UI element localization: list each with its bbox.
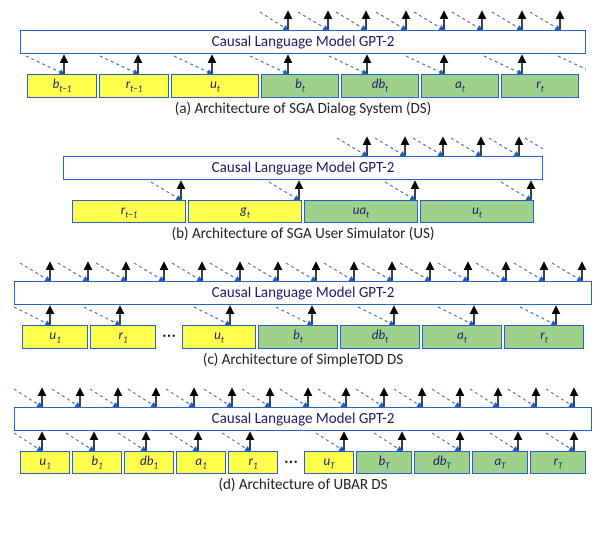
top-arrows (14, 387, 596, 407)
token-r1: r1 (228, 451, 278, 475)
token-ut: ut (182, 325, 256, 349)
bottom-arrows (20, 54, 596, 74)
token-bt: bt (258, 325, 338, 349)
panel-b: Causal Language Model GPT-2 rt−1gtuatut(b… (10, 136, 596, 244)
top-arrows (63, 136, 596, 156)
bottom-arrows (14, 431, 596, 451)
caption-d: (d) Architecture of UBAR DS (10, 476, 596, 494)
ellipsis: ⋯ (280, 451, 302, 475)
top-arrows (20, 10, 596, 30)
caption-c: (c) Architecture of SimpleTOD DS (10, 351, 596, 369)
token-a1: a1 (176, 451, 226, 475)
token-gt: gt (188, 200, 302, 224)
token-row: u1b1db1a1r1⋯uTbTdbTaTrT (14, 451, 592, 475)
token-rt−1: rt−1 (99, 74, 169, 98)
panel-a: Causal Language Model GPT-2 bt−1rt−1utbtd… (10, 10, 596, 118)
token-dbt: dbt (340, 325, 420, 349)
token-bT: bT (356, 451, 412, 475)
token-u1: u1 (20, 451, 70, 475)
top-arrows (14, 261, 596, 281)
token-rt: rt (501, 74, 579, 98)
model-box: Causal Language Model GPT-2 (14, 281, 592, 305)
token-u1: u1 (22, 325, 88, 349)
token-at: at (422, 325, 502, 349)
token-ut: ut (171, 74, 259, 98)
token-uat: uat (304, 200, 418, 224)
ellipsis: ⋯ (158, 325, 180, 349)
token-rt−1: rt−1 (72, 200, 186, 224)
bottom-arrows (14, 305, 596, 325)
token-ut: ut (420, 200, 534, 224)
token-dbt: dbt (341, 74, 419, 98)
token-bt: bt (261, 74, 339, 98)
caption-b: (b) Architecture of SGA User Simulator (… (10, 225, 596, 243)
model-box: Causal Language Model GPT-2 (14, 407, 592, 431)
token-bt−1: bt−1 (27, 74, 97, 98)
caption-a: (a) Architecture of SGA Dialog System (D… (10, 100, 596, 118)
token-at: at (421, 74, 499, 98)
token-rt: rt (504, 325, 584, 349)
panel-d: Causal Language Model GPT-2 u1b1db1a1r1⋯u… (10, 387, 596, 495)
token-row: rt−1gtuatut (71, 200, 535, 224)
token-dbT: dbT (414, 451, 470, 475)
panel-c: Causal Language Model GPT-2 u1r1⋯utbtdbta… (10, 261, 596, 369)
token-r1: r1 (90, 325, 156, 349)
token-b1: b1 (72, 451, 122, 475)
model-box: Causal Language Model GPT-2 (63, 156, 543, 180)
token-rT: rT (530, 451, 586, 475)
token-row: u1r1⋯utbtdbtatrt (14, 325, 592, 349)
model-box: Causal Language Model GPT-2 (20, 30, 586, 54)
token-uT: uT (304, 451, 354, 475)
token-db1: db1 (124, 451, 174, 475)
bottom-arrows (63, 180, 596, 200)
token-row: bt−1rt−1utbtdbtatrt (25, 74, 581, 98)
token-aT: aT (472, 451, 528, 475)
